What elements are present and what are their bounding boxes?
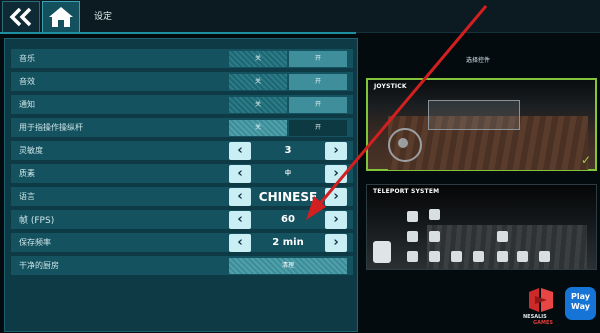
toggle-off-option[interactable]: 关 (229, 120, 287, 136)
stepper-value: 3 (284, 145, 292, 156)
notify-toggle[interactable]: 关 开 (229, 97, 347, 113)
checkmark-icon: ✓ (580, 153, 591, 167)
control-option-label: TELEPORT SYSTEM (373, 188, 440, 195)
back-button[interactable] (2, 1, 40, 33)
control-select-title: 选择控件 (466, 57, 491, 64)
setting-row-sfx: 音效 关 开 (11, 72, 353, 91)
control-option-label: JOYSTICK (374, 83, 407, 90)
double-chevron-left-icon (9, 7, 32, 27)
toggle-off-option[interactable]: 关 (229, 51, 287, 67)
clear-kitchen-button[interactable]: 清理 (229, 258, 347, 274)
control-option-joystick[interactable]: JOYSTICK ✓ (366, 78, 597, 171)
tool-icon (517, 251, 528, 262)
increase-button[interactable]: › (325, 211, 347, 229)
tool-icon (451, 251, 462, 262)
decrease-button[interactable]: ‹ (229, 234, 251, 252)
toggle-on-option[interactable]: 开 (289, 74, 347, 90)
grid-icon (429, 209, 440, 220)
settings-panel: 音乐 关 开 音效 关 开 通知 关 开 用于指操作操纵杆 关 开 灵敏度 ‹ … (4, 38, 358, 332)
playway-logo: Play Way (565, 287, 596, 320)
setting-row-music: 音乐 关 开 (11, 49, 353, 68)
setting-row-language: 语言 ‹ CHINESE › (11, 187, 353, 206)
sensitivity-stepper[interactable]: ‹ 3 › (229, 142, 347, 160)
footsteps-icon (373, 241, 391, 263)
counter-graphic (428, 100, 520, 130)
setting-label: 质素 (19, 169, 35, 178)
games-text: GAMES (533, 320, 553, 326)
joystick-toggle[interactable]: 关 开 (229, 120, 347, 136)
decrease-button[interactable]: ‹ (229, 188, 251, 206)
tool-icon (497, 251, 508, 262)
setting-row-fps: 帧 (FPS) ‹ 60 › (11, 210, 353, 229)
language-stepper[interactable]: ‹ CHINESE › (229, 188, 347, 206)
setting-label: 用于指操作操纵杆 (19, 123, 83, 132)
stepper-value: CHINESE (258, 190, 318, 204)
setting-row-notify: 通知 关 开 (11, 95, 353, 114)
tool-icon (429, 251, 440, 262)
tool-icon (407, 231, 418, 242)
music-toggle[interactable]: 关 开 (229, 51, 347, 67)
header-divider (0, 32, 356, 34)
decrease-button[interactable]: ‹ (229, 142, 251, 160)
setting-label: 音乐 (19, 54, 35, 63)
setting-row-joystick: 用于指操作操纵杆 关 开 (11, 118, 353, 137)
setting-label: 通知 (19, 100, 35, 109)
increase-button[interactable]: › (325, 188, 347, 206)
joystick-knob-icon (398, 138, 408, 148)
setting-row-quality: 质素 ‹ 中 › (11, 164, 353, 183)
stepper-value: 2 min (272, 237, 304, 248)
setting-row-autosave: 保存频率 ‹ 2 min › (11, 233, 353, 252)
setting-row-clear: 干净的厨房 清理 (11, 256, 353, 275)
toggle-off-option[interactable]: 关 (229, 97, 287, 113)
stepper-value: 中 (284, 170, 291, 177)
home-button[interactable] (42, 1, 80, 33)
setting-label: 语言 (19, 192, 35, 201)
increase-button[interactable]: › (325, 142, 347, 160)
setting-label: 保存频率 (19, 238, 51, 247)
setting-label: 灵敏度 (19, 146, 43, 155)
setting-row-sensitivity: 灵敏度 ‹ 3 › (11, 141, 353, 160)
increase-button[interactable]: › (325, 234, 347, 252)
fps-stepper[interactable]: ‹ 60 › (229, 211, 347, 229)
toggle-on-option[interactable]: 开 (289, 97, 347, 113)
setting-label: 帧 (FPS) (19, 216, 55, 226)
toggle-on-option[interactable]: 开 (289, 120, 347, 136)
toggle-on-option[interactable]: 开 (289, 51, 347, 67)
tool-icon (473, 251, 484, 262)
tool-icon (407, 211, 418, 222)
tool-icon (429, 231, 440, 242)
sfx-toggle[interactable]: 关 开 (229, 74, 347, 90)
nesalis-logo (529, 288, 553, 312)
toggle-off-option[interactable]: 关 (229, 74, 287, 90)
stepper-value: 60 (281, 214, 295, 225)
page-title: 设定 (94, 12, 113, 22)
increase-button[interactable]: › (325, 165, 347, 183)
header-divider-right (356, 32, 600, 33)
tool-icon (539, 251, 550, 262)
setting-label: 干净的厨房 (19, 261, 59, 270)
playway-text: Play (571, 292, 590, 301)
autosave-stepper[interactable]: ‹ 2 min › (229, 234, 347, 252)
playway-text: Way (571, 302, 590, 311)
tool-icon (407, 251, 418, 262)
tool-icon (497, 231, 508, 242)
decrease-button[interactable]: ‹ (229, 165, 251, 183)
top-bar (0, 0, 600, 32)
setting-label: 音效 (19, 77, 35, 86)
home-icon (49, 7, 73, 27)
decrease-button[interactable]: ‹ (229, 211, 251, 229)
quality-stepper[interactable]: ‹ 中 › (229, 165, 347, 183)
control-option-teleport[interactable]: TELEPORT SYSTEM (366, 184, 597, 270)
